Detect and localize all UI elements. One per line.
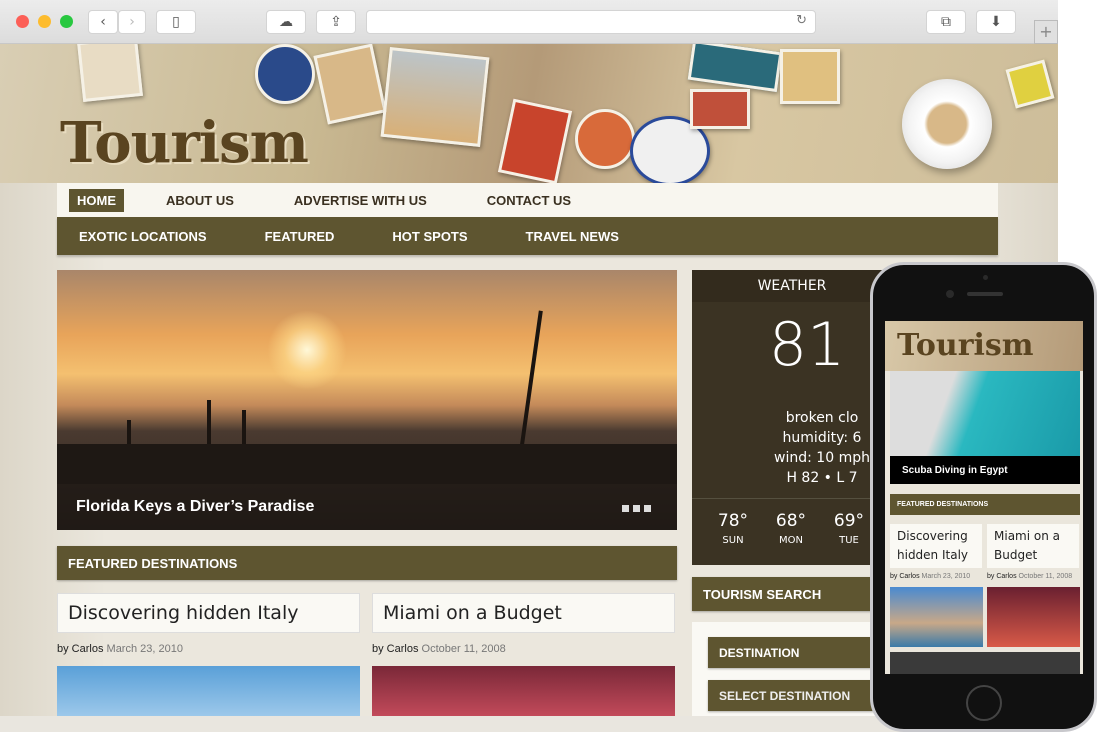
weather-title: WEATHER xyxy=(692,270,892,302)
nav-featured[interactable]: FEATURED xyxy=(265,229,335,244)
header-banner: Tourism xyxy=(0,44,1058,186)
slider-caption[interactable]: Florida Keys a Diver’s Paradise xyxy=(57,484,677,530)
forecast: 78° SUN 68° MON 69° TUE xyxy=(692,498,892,565)
post-meta: by Carlos October 11, 2008 xyxy=(372,643,506,655)
post-image[interactable] xyxy=(372,666,675,716)
nav-exotic-locations[interactable]: EXOTIC LOCATIONS xyxy=(79,229,207,244)
post-title-link[interactable]: Discovering hidden Italy xyxy=(57,593,360,633)
site-logo[interactable]: Tourism xyxy=(60,110,309,176)
post-title-link[interactable]: Miami on a Budget xyxy=(372,593,675,633)
nav-about-us[interactable]: ABOUT US xyxy=(158,189,242,212)
top-nav: HOME ABOUT US ADVERTISE WITH US CONTACT … xyxy=(57,183,998,217)
forecast-day: 78° SUN xyxy=(717,511,749,546)
browser-toolbar: ‹ › ▯ ☁ ⇪ ↻ ⧉ ⬇ + xyxy=(0,0,1058,44)
phone-post-meta: by Carlos March 23, 2010 xyxy=(890,573,971,580)
reload-icon[interactable]: ↻ xyxy=(796,13,807,28)
destination-label: DESTINATION xyxy=(708,637,888,668)
phone-post-title: Discovering hidden Italy xyxy=(890,524,982,568)
phone-home-button xyxy=(966,685,1002,721)
phone-caption: Scuba Diving in Egypt xyxy=(890,456,1080,484)
phone-hero-image xyxy=(890,371,1080,456)
post-image[interactable] xyxy=(57,666,360,716)
phone-post-title: Miami on a Budget xyxy=(987,524,1079,568)
minimize-window-button[interactable] xyxy=(38,15,51,28)
phone-post-meta: by Carlos October 11, 2008 xyxy=(987,573,1073,580)
slider-dots[interactable] xyxy=(622,505,651,512)
phone-screen: Tourism Scuba Diving in Egypt FEATURED D… xyxy=(885,321,1083,674)
back-icon[interactable]: ‹ xyxy=(88,10,118,34)
download-icon[interactable]: ⬇ xyxy=(976,10,1016,34)
phone-post-image xyxy=(987,587,1080,647)
nav-contact-us[interactable]: CONTACT US xyxy=(479,189,579,212)
nav-hot-spots[interactable]: HOT SPOTS xyxy=(392,229,467,244)
post-meta: by Carlos March 23, 2010 xyxy=(57,643,183,655)
sunset-image xyxy=(267,310,347,390)
featured-title: FEATURED DESTINATIONS xyxy=(57,546,677,580)
nav-home[interactable]: HOME xyxy=(69,188,124,212)
forecast-day: 68° MON xyxy=(775,511,807,546)
weather-widget: WEATHER 81 broken clo humidity: 6 wind: … xyxy=(692,270,892,565)
tabs-icon[interactable]: ⧉ xyxy=(926,10,966,34)
phone-post-image xyxy=(890,587,983,647)
phone-featured-title: FEATURED DESTINATIONS xyxy=(890,494,1080,515)
cloud-icon[interactable]: ☁ xyxy=(266,10,306,34)
coffee-cup-image xyxy=(902,79,992,169)
share-icon[interactable]: ⇪ xyxy=(316,10,356,34)
search-title: TOURISM SEARCH xyxy=(692,577,892,611)
close-window-button[interactable] xyxy=(16,15,29,28)
main-nav: EXOTIC LOCATIONS FEATURED HOT SPOTS TRAV… xyxy=(57,217,998,255)
sidebar-icon[interactable]: ▯ xyxy=(156,10,196,34)
destination-select[interactable]: SELECT DESTINATION xyxy=(708,680,888,711)
nav-travel-news[interactable]: TRAVEL NEWS xyxy=(526,229,619,244)
forward-icon[interactable]: › xyxy=(118,10,146,34)
phone-logo: Tourism xyxy=(885,321,1083,371)
phone-mockup: Tourism Scuba Diving in Egypt FEATURED D… xyxy=(870,262,1097,732)
new-tab-icon[interactable]: + xyxy=(1034,20,1058,44)
address-bar[interactable]: ↻ xyxy=(366,10,816,34)
nav-advertise[interactable]: ADVERTISE WITH US xyxy=(286,189,435,212)
hero-slider[interactable]: Florida Keys a Diver’s Paradise xyxy=(57,270,677,530)
zoom-window-button[interactable] xyxy=(60,15,73,28)
weather-temp: 81 xyxy=(768,310,846,380)
